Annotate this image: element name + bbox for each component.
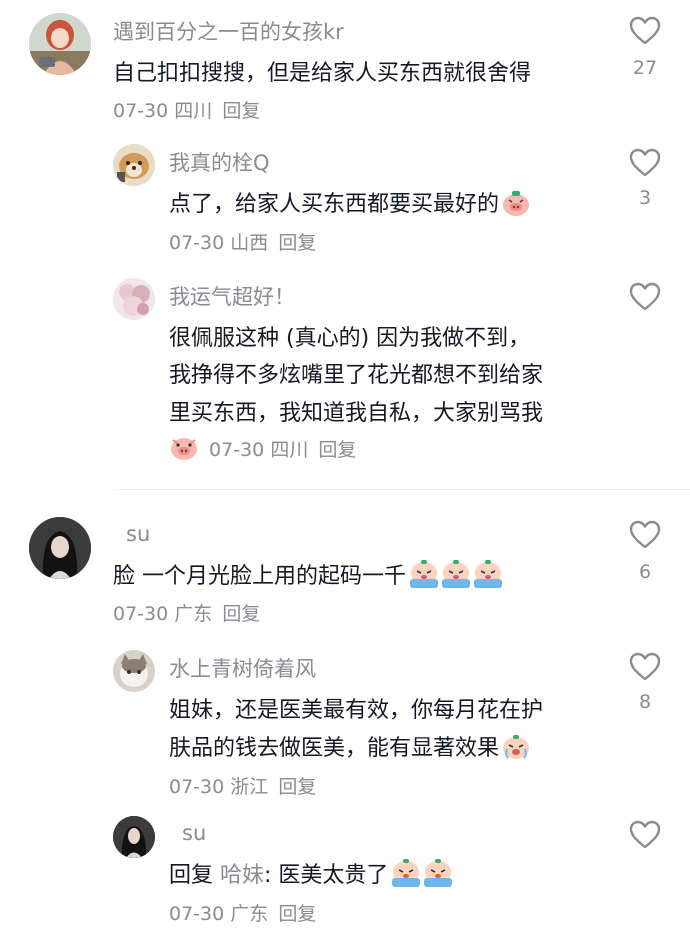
reply-text-line: 很佩服这种 (真心的) 因为我做不到， [169, 326, 531, 351]
reply-author[interactable]: 我运气超好！ [169, 281, 295, 311]
reply-text-line: 姐妹，还是医美最有效，你每月花在护 [169, 698, 544, 723]
reply-button[interactable]: 回复 [222, 603, 260, 625]
reply-location: 广东 [230, 903, 269, 925]
heart-outline-icon [629, 148, 661, 177]
heart-outline-icon [629, 16, 661, 45]
reply-author[interactable]: su [182, 821, 206, 845]
like-button[interactable]: 8 [625, 652, 665, 713]
mentioned-user[interactable]: 哈妹 [220, 863, 264, 888]
crying-emoji-icon [501, 733, 531, 767]
like-count: 3 [638, 187, 652, 209]
like-count: 8 [638, 691, 652, 713]
reply-text-line: 我挣得不多炫嘴里了花光都想不到给家 [169, 363, 544, 388]
crying-emoji-icon [390, 858, 454, 894]
avatar[interactable] [113, 144, 155, 186]
reply-meta: 07-30 广东 回复 [169, 899, 316, 926]
reply-location: 山西 [230, 232, 269, 254]
avatar[interactable] [29, 13, 91, 75]
reply-text-line: 肤品的钱去做医美，能有显著效果 [169, 730, 531, 767]
reply-button[interactable]: 回复 [278, 903, 316, 925]
heart-outline-icon [629, 820, 661, 849]
like-count: 6 [638, 561, 652, 583]
crying-emoji-icon [408, 559, 504, 595]
reply-meta: 07-30 山西 回复 [169, 228, 316, 255]
reply-button[interactable]: 回复 [222, 100, 260, 122]
comment: 遇到百分之一百的女孩kr 自己扣扣搜搜，但是给家人买东西就很舍得 07-30 四… [0, 0, 690, 490]
reply-date: 07-30 [169, 903, 225, 925]
reply-button[interactable]: 回复 [278, 776, 316, 798]
pig-emoji-icon [501, 189, 531, 223]
reply-author[interactable]: 我真的栓Q [169, 147, 270, 177]
reply-date: 07-30 [209, 439, 265, 461]
reply-text-line: 里买东西，我知道我自私，大家别骂我 [169, 401, 544, 426]
comment-author[interactable]: su [126, 522, 150, 546]
heart-outline-icon [629, 282, 661, 311]
pig-emoji-icon [169, 434, 199, 467]
like-count: 27 [632, 57, 658, 79]
reply-location: 四川 [270, 439, 309, 461]
reply-text: 回复 哈妹: 医美太贵了 [169, 857, 454, 894]
like-button[interactable] [625, 282, 665, 311]
reply-meta: 07-30 浙江 回复 [169, 772, 316, 799]
comment-date: 07-30 [113, 100, 169, 122]
heart-outline-icon [629, 652, 661, 681]
avatar[interactable] [113, 278, 155, 320]
comment-text: 脸 一个月光脸上用的起码一千 [113, 558, 504, 595]
comment: su 脸 一个月光脸上用的起码一千 07-30 广东 回复 6 水上青树倚着风 … [0, 490, 690, 931]
comment-text: 自己扣扣搜搜，但是给家人买东西就很舍得 [113, 61, 532, 86]
avatar[interactable] [29, 517, 91, 579]
comment-author[interactable]: 遇到百分之一百的女孩kr [113, 16, 344, 46]
reply-text: 点了，给家人买东西都要买最好的 [169, 186, 531, 223]
reply-button[interactable]: 回复 [318, 439, 356, 461]
reply-date: 07-30 [169, 776, 225, 798]
like-button[interactable] [625, 820, 665, 849]
comment-date: 07-30 [113, 603, 169, 625]
reply-author[interactable]: 水上青树倚着风 [169, 653, 316, 683]
reply-meta: 07-30 四川 回复 [169, 434, 356, 467]
like-button[interactable]: 3 [625, 148, 665, 209]
reply-location: 浙江 [230, 776, 269, 798]
avatar[interactable] [113, 650, 155, 692]
heart-outline-icon [629, 520, 661, 549]
comment-meta: 07-30 广东 回复 [113, 599, 260, 626]
comment-meta: 07-30 四川 回复 [113, 96, 260, 123]
comment-location: 四川 [174, 100, 213, 122]
avatar[interactable] [113, 816, 155, 858]
like-button[interactable]: 6 [625, 520, 665, 583]
reply-date: 07-30 [169, 232, 225, 254]
reply-button[interactable]: 回复 [278, 232, 316, 254]
comment-location: 广东 [174, 603, 213, 625]
like-button[interactable]: 27 [625, 16, 665, 79]
